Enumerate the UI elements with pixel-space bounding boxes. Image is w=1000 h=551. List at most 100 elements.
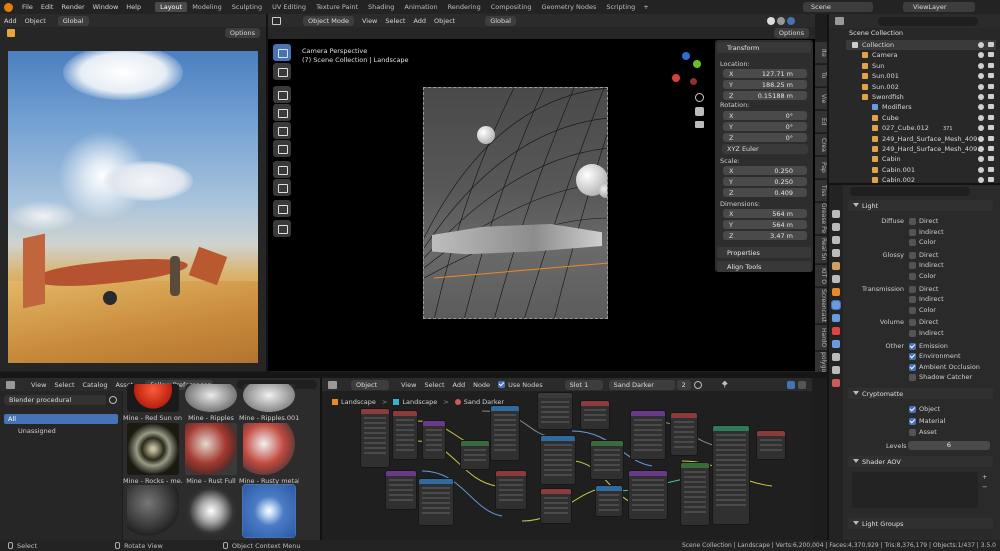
pass-checkbox[interactable]	[909, 306, 916, 314]
node-header[interactable]	[496, 471, 526, 476]
outliner-row[interactable]: Sun.001	[846, 71, 996, 81]
sidebar-tab-7[interactable]: Grease Pe	[815, 203, 827, 235]
sidebar-tab-4[interactable]: Crea	[815, 134, 827, 156]
sidebar-tab-1[interactable]: To	[815, 65, 827, 87]
shader-type-dropdown[interactable]: Object	[351, 379, 389, 390]
outliner-row[interactable]: 249_Hard_Surface_Mesh_409.0	[846, 144, 996, 154]
node-header[interactable]	[386, 471, 416, 476]
tab-shading[interactable]: Shading	[363, 2, 399, 12]
node-socket-row[interactable]	[594, 464, 620, 466]
properties-panel-header[interactable]: Properties	[717, 247, 811, 258]
node-socket-row[interactable]	[426, 429, 442, 431]
node-socket-row[interactable]	[674, 431, 694, 433]
pass-checkbox[interactable]	[909, 251, 916, 259]
node-socket-row[interactable]	[716, 454, 746, 456]
node-socket-row[interactable]	[584, 419, 606, 421]
shader-node[interactable]	[460, 440, 490, 470]
sidebar-tab-9[interactable]: KIT O	[815, 265, 827, 287]
node-socket-row[interactable]	[684, 471, 706, 473]
node-socket-row[interactable]	[684, 501, 706, 503]
move-tool[interactable]	[273, 86, 291, 103]
gizmo-neg[interactable]	[690, 78, 697, 85]
use-nodes-checkbox[interactable]	[498, 381, 506, 388]
node-header[interactable]	[361, 409, 389, 414]
properties-tab-icon-9[interactable]	[832, 327, 840, 335]
outliner-row[interactable]: Cube	[846, 113, 996, 123]
node-socket-row[interactable]	[544, 507, 568, 509]
outliner-row[interactable]: Camera	[846, 50, 996, 60]
node-socket-row[interactable]	[544, 474, 572, 476]
shader-node[interactable]	[495, 470, 527, 510]
render-camera-icon[interactable]	[988, 125, 994, 131]
node-socket-row[interactable]	[716, 494, 746, 496]
node-socket-row[interactable]	[494, 434, 516, 436]
visibility-eye-icon[interactable]	[978, 62, 984, 69]
select-box-tool[interactable]	[273, 44, 291, 61]
node-socket-row[interactable]	[499, 499, 523, 501]
visibility-eye-icon[interactable]	[978, 52, 984, 59]
node-socket-row[interactable]	[499, 484, 523, 486]
shading-material-icon[interactable]	[777, 16, 785, 25]
shader-node[interactable]	[392, 410, 418, 460]
pass-checkbox[interactable]	[909, 319, 916, 327]
pass-checkbox[interactable]	[909, 342, 916, 350]
asset-thumbnail[interactable]	[127, 423, 179, 475]
menu-window[interactable]: Window	[89, 3, 123, 11]
node-socket-row[interactable]	[684, 486, 706, 488]
node-socket-row[interactable]	[684, 511, 706, 513]
node-socket-row[interactable]	[364, 432, 386, 434]
visibility-eye-icon[interactable]	[978, 83, 984, 90]
node-socket-row[interactable]	[594, 454, 620, 456]
viewport-orientation-dropdown[interactable]: Global	[485, 15, 516, 26]
node-socket-row[interactable]	[364, 417, 386, 419]
node-socket-row[interactable]	[632, 484, 664, 486]
node-socket-row[interactable]	[364, 452, 386, 454]
node-menu-select[interactable]: Select	[420, 381, 448, 389]
visibility-eye-icon[interactable]	[978, 125, 984, 132]
scl-field-x[interactable]: X 0.250	[723, 166, 807, 175]
shading-rendered-icon[interactable]	[787, 16, 795, 25]
node-socket-row[interactable]	[389, 499, 413, 501]
extra-tool[interactable]	[273, 220, 291, 237]
node-socket-row[interactable]	[541, 406, 569, 408]
viewport-editor-icon[interactable]	[272, 16, 281, 25]
tab-modeling[interactable]: Modeling	[187, 2, 227, 12]
dim-field-y[interactable]: Y 564 m	[723, 220, 807, 229]
node-socket-row[interactable]	[632, 504, 664, 506]
asset-thumbnail[interactable]	[243, 384, 295, 412]
navigation-gizmo[interactable]	[668, 52, 704, 88]
node-socket-row[interactable]	[634, 444, 662, 446]
node-socket-row[interactable]	[599, 499, 619, 501]
node-socket-row[interactable]	[632, 494, 664, 496]
cryptomatte-checkbox[interactable]	[909, 406, 916, 413]
shader-node[interactable]	[418, 478, 454, 526]
shader-node[interactable]	[630, 410, 666, 460]
render-camera-icon[interactable]	[988, 135, 994, 141]
tab-geometry-nodes[interactable]: Geometry Nodes	[537, 2, 602, 12]
render-camera-icon[interactable]	[988, 146, 994, 151]
node-socket-row[interactable]	[422, 497, 450, 499]
rotate-tool[interactable]	[273, 104, 291, 121]
node-socket-row[interactable]	[594, 469, 620, 471]
outliner-row[interactable]: Swordfish	[846, 92, 996, 102]
visibility-eye-icon[interactable]	[978, 166, 984, 173]
shader-node[interactable]	[670, 412, 698, 456]
sidebar-tab-8[interactable]: Real Sn	[815, 236, 827, 264]
properties-tab-icon-0[interactable]	[832, 210, 840, 218]
properties-tab-icon-5[interactable]	[832, 275, 840, 283]
node-socket-row[interactable]	[716, 484, 746, 486]
node-socket-row[interactable]	[364, 427, 386, 429]
tab-animation[interactable]: Animation	[399, 2, 442, 12]
node-socket-row[interactable]	[464, 459, 486, 461]
node-header[interactable]	[631, 411, 665, 416]
node-socket-row[interactable]	[464, 454, 486, 456]
shader-aov-section-header[interactable]: Shader AOV	[848, 456, 993, 467]
dim-field-x[interactable]: X 564 m	[723, 209, 807, 218]
properties-tab-icon-7[interactable]	[831, 300, 841, 310]
tab-texture-paint[interactable]: Texture Paint	[311, 2, 363, 12]
shader-node[interactable]	[385, 470, 417, 510]
node-socket-row[interactable]	[396, 424, 414, 426]
scale-tool[interactable]	[273, 122, 291, 139]
node-socket-row[interactable]	[494, 439, 516, 441]
node-socket-row[interactable]	[716, 459, 746, 461]
